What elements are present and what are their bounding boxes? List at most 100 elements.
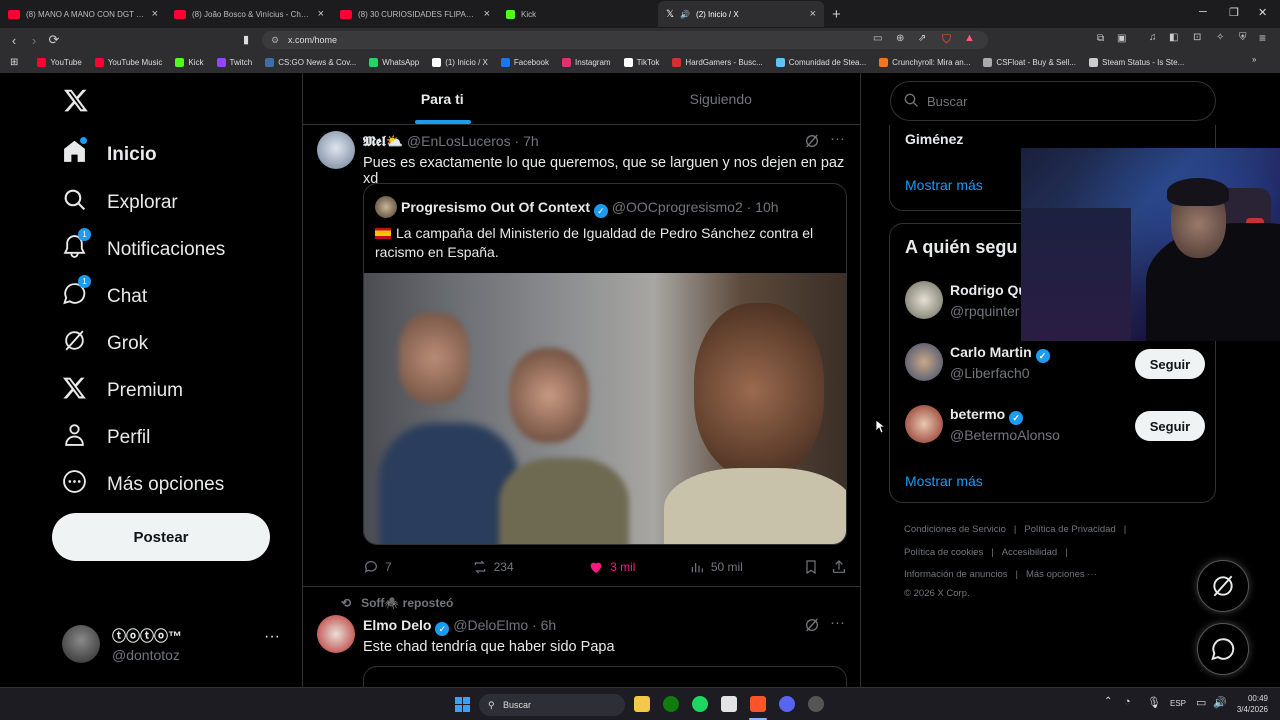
bookmark-item[interactable]: Comunidad de Stea...	[775, 58, 866, 67]
chevron-up-icon[interactable]: ⌃	[1104, 696, 1112, 707]
microphone-icon[interactable]: 🎙	[1147, 696, 1161, 709]
nav-item-profile[interactable]: Perfil	[62, 422, 150, 453]
discord-icon[interactable]	[779, 696, 795, 712]
nav-item-explore[interactable]: Explorar	[62, 187, 178, 218]
share-button[interactable]	[831, 559, 847, 575]
reload-button[interactable]: ⟳	[44, 32, 64, 48]
more-icon[interactable]: ···	[830, 614, 845, 631]
close-tab-icon[interactable]: ×	[484, 8, 490, 20]
bookmark-button[interactable]	[803, 559, 831, 575]
x-logo-icon[interactable]	[63, 87, 89, 118]
bookmark-item[interactable]: Crunchyroll: Mira an...	[879, 58, 970, 67]
more-icon[interactable]: ···	[264, 628, 280, 646]
nav-item-chat[interactable]: 1 Chat	[62, 275, 147, 312]
bookmark-item[interactable]: YouTube Music	[94, 58, 162, 67]
tweet-time[interactable]: · 7h	[515, 133, 539, 149]
account-switcher[interactable]: ⓣⓞⓣⓞ™ @dontotoz ···	[62, 623, 292, 665]
site-info-icon[interactable]: ⚙	[271, 31, 279, 49]
browser-tab[interactable]: (8) João Bosco & Vinícius - Chora M ×	[166, 1, 332, 27]
views-button[interactable]: 50 mil	[689, 559, 804, 575]
author-handle[interactable]: @EnLosLuceros	[407, 133, 511, 149]
bookmarks-overflow-icon[interactable]: »	[1252, 55, 1256, 64]
author-name[interactable]: 𝕸𝖊𝖑⛅	[363, 133, 403, 149]
zoom-icon[interactable]: ⊕	[896, 33, 904, 44]
quoted-tweet[interactable]	[363, 666, 847, 687]
apps-grid-icon[interactable]: ⊞	[10, 57, 18, 68]
cast-icon[interactable]: ▭	[873, 33, 882, 44]
follow-button[interactable]: Seguir	[1135, 411, 1205, 441]
bookmark-item[interactable]: CS:GO News & Cov...	[265, 58, 356, 67]
bookmark-item[interactable]: Facebook	[500, 58, 549, 67]
follow-suggestion[interactable]: Carlo Martin ✓ @Liberfach0 Seguir	[905, 343, 1205, 383]
network-icon[interactable]: ▭	[1196, 696, 1206, 709]
music-icon[interactable]: ♫	[1149, 32, 1157, 43]
bookmark-item[interactable]: TikTok	[623, 58, 659, 67]
grok-icon[interactable]	[804, 617, 820, 638]
repost-button[interactable]: 234	[472, 559, 589, 575]
nav-item-notifications[interactable]: 1 Notificaciones	[62, 228, 225, 265]
spotify-icon[interactable]	[692, 696, 708, 712]
tab-following[interactable]: Siguiendo	[582, 73, 861, 124]
nav-item-more[interactable]: Más opciones	[62, 469, 224, 500]
tab-for-you[interactable]: Para ti	[303, 73, 582, 124]
bookmark-icon[interactable]: ▮	[243, 33, 249, 46]
wallet-icon[interactable]: ▣	[1117, 33, 1126, 44]
snipping-tool-icon[interactable]	[721, 696, 737, 712]
notifications-icon[interactable]: ⊡	[1193, 32, 1201, 43]
follow-suggestion[interactable]: betermo ✓ @BetermoAlonso Seguir	[905, 405, 1205, 445]
video-thumbnail[interactable]	[364, 273, 846, 544]
vpn-icon[interactable]: ⛨	[1239, 32, 1247, 43]
leo-ai-icon[interactable]: ✧	[1216, 32, 1224, 43]
more-icon[interactable]: ···	[830, 130, 845, 147]
show-more-link[interactable]: Mostrar más	[905, 473, 983, 489]
brave-rewards-icon[interactable]: ▲	[964, 32, 975, 44]
search-box[interactable]: Buscar	[890, 81, 1216, 121]
bookmark-item[interactable]: Instagram	[562, 58, 611, 67]
bookmark-item[interactable]: Kick	[175, 58, 204, 67]
brave-browser-icon[interactable]	[750, 696, 766, 712]
nav-item-grok[interactable]: Grok	[62, 328, 148, 359]
taskbar-search[interactable]: ⚲ Buscar	[479, 694, 625, 716]
volume-icon[interactable]: 🔊	[1213, 696, 1227, 709]
follow-button[interactable]: Seguir	[1135, 349, 1205, 379]
bookmark-item[interactable]: YouTube	[37, 58, 82, 67]
bookmark-item[interactable]: CSFloat - Buy & Sell...	[983, 58, 1076, 67]
window-close-button[interactable]: ✕	[1258, 6, 1267, 19]
browser-tab[interactable]: (8) 30 CURIOSIDADES FLIPANTES DE×	[332, 1, 498, 27]
steam-icon[interactable]	[808, 696, 824, 712]
author-name[interactable]: Elmo Delo	[363, 617, 431, 633]
post-button[interactable]: Postear	[52, 513, 270, 561]
tray-icon[interactable]: ◔	[1124, 696, 1131, 708]
trend-item[interactable]: Giménez	[905, 131, 963, 147]
browser-tab-active[interactable]: 𝕏 🔊 (2) Inicio / X ×	[658, 1, 824, 27]
forward-button[interactable]: ›	[24, 33, 44, 48]
brave-shield-icon[interactable]: ⛉	[942, 32, 951, 47]
show-more-link[interactable]: Mostrar más	[905, 177, 983, 193]
grok-icon[interactable]	[804, 133, 820, 154]
maximize-button[interactable]: ❐	[1229, 6, 1239, 19]
like-button[interactable]: 3 mil	[588, 559, 689, 575]
tweet[interactable]: 𝕸𝖊𝖑⛅ @EnLosLuceros · 7h ··· Pues es exac…	[303, 125, 861, 587]
nav-item-premium[interactable]: Premium	[62, 375, 183, 406]
close-tab-icon[interactable]: ×	[810, 8, 816, 20]
browser-tab[interactable]: (8) MANO A MANO CON DGT | "La g ×	[0, 1, 166, 27]
nav-item-home[interactable]: Inicio	[62, 137, 157, 170]
bookmark-item[interactable]: (1) Inicio / X	[432, 58, 488, 67]
bookmark-item[interactable]: Twitch	[216, 58, 252, 67]
share-icon[interactable]: ⇗	[918, 33, 926, 44]
menu-icon[interactable]: ≡	[1259, 31, 1266, 45]
tweet-time[interactable]: · 6h	[532, 617, 556, 633]
bookmark-item[interactable]: Steam Status - Is Ste...	[1089, 58, 1184, 67]
reply-button[interactable]: 7	[363, 559, 472, 575]
file-explorer-icon[interactable]	[634, 696, 650, 712]
new-tab-button[interactable]: +	[832, 6, 841, 23]
bookmark-item[interactable]: WhatsApp	[369, 58, 419, 67]
xbox-icon[interactable]	[663, 696, 679, 712]
bookmark-item[interactable]: HardGamers - Busc...	[672, 58, 763, 67]
language-indicator[interactable]: ESP	[1170, 699, 1186, 708]
close-tab-icon[interactable]: ×	[152, 8, 158, 20]
grok-fab[interactable]	[1197, 560, 1249, 612]
back-button[interactable]: ‹	[4, 33, 24, 48]
extensions-icon[interactable]: ⧉	[1097, 33, 1104, 44]
sidebar-icon[interactable]: ◧	[1169, 32, 1178, 43]
